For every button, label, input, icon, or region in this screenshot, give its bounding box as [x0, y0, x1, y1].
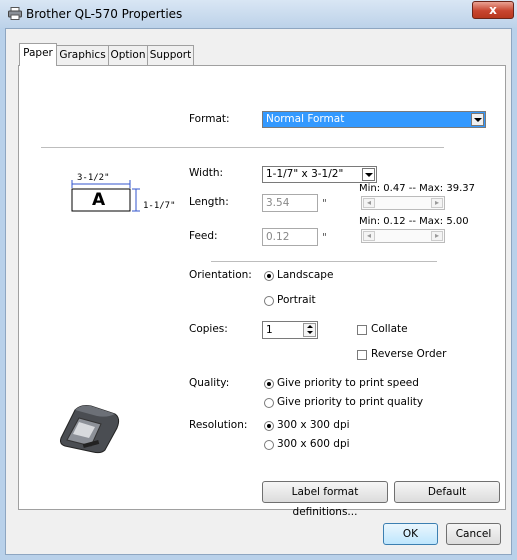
tab-label: Paper [23, 47, 53, 59]
quality-label: Quality: [189, 377, 230, 389]
quality-print-radio[interactable] [264, 398, 274, 408]
title-bar[interactable]: Brother QL-570 Properties x [0, 0, 517, 28]
landscape-label: Landscape [277, 269, 334, 281]
feed-range: Min: 0.12 -- Max: 5.00 [359, 216, 469, 227]
chevron-left-icon[interactable]: ◂ [363, 198, 375, 208]
format-select[interactable]: Normal Format [262, 111, 486, 128]
feed-input[interactable]: 0.12 [262, 228, 318, 246]
resolution-label: Resolution: [189, 419, 248, 431]
dialog-body: Paper Graphics Option Support Format: No… [5, 28, 512, 555]
resolution-300x300-label: 300 x 300 dpi [277, 419, 350, 431]
chevron-left-icon[interactable]: ◂ [363, 231, 375, 241]
label-width-text: 3-1/2" [77, 173, 110, 183]
portrait-radio[interactable] [264, 296, 274, 306]
window-title: Brother QL-570 Properties [26, 7, 183, 21]
quality-print-label: Give priority to print quality [277, 396, 424, 408]
quality-speed-radio[interactable] [264, 379, 274, 389]
label-height-text: 1-1/7" [143, 201, 176, 211]
divider [41, 147, 444, 148]
copies-label: Copies: [189, 323, 228, 335]
divider [211, 261, 437, 262]
close-icon: x [489, 3, 497, 17]
length-scrollbar[interactable]: ◂ ▸ [361, 196, 445, 210]
tab-support[interactable]: Support [147, 45, 194, 65]
feed-scrollbar[interactable]: ◂ ▸ [361, 229, 445, 243]
format-label: Format: [189, 113, 230, 125]
paper-panel: Format: Normal Format 3-1/2" A 1-1/7" Wi… [18, 65, 506, 518]
reverse-order-checkbox[interactable] [357, 350, 367, 360]
width-label: Width: [189, 167, 224, 179]
length-unit: " [322, 198, 327, 210]
feed-unit: " [322, 232, 327, 244]
width-value: 1-1/7" x 3-1/2" [266, 168, 344, 180]
tab-paper[interactable]: Paper [19, 43, 57, 66]
cancel-button[interactable]: Cancel [446, 523, 501, 545]
quality-speed-label: Give priority to print speed [277, 377, 419, 389]
ok-button[interactable]: OK [383, 523, 438, 545]
portrait-label: Portrait [277, 294, 316, 306]
format-value: Normal Format [266, 113, 345, 125]
feed-label: Feed: [189, 230, 218, 242]
copies-stepper[interactable]: 1 [262, 321, 318, 339]
tab-graphics[interactable]: Graphics [56, 45, 109, 65]
collate-label: Collate [371, 323, 408, 335]
chevron-right-icon[interactable]: ▸ [431, 198, 443, 208]
chevron-down-icon[interactable] [471, 113, 484, 126]
chevron-right-icon[interactable]: ▸ [431, 231, 443, 241]
tab-label: Support [149, 49, 192, 61]
label-format-definitions-button[interactable]: Label format definitions... [262, 481, 388, 518]
label-letter: A [92, 190, 106, 210]
width-select[interactable]: 1-1/7" x 3-1/2" [262, 166, 377, 183]
tab-label: Graphics [59, 49, 106, 61]
chevron-down-icon[interactable] [362, 168, 375, 181]
spin-buttons[interactable] [303, 323, 316, 337]
resolution-300x600-radio[interactable] [264, 440, 274, 450]
orientation-label: Orientation: [189, 269, 252, 281]
length-range: Min: 0.47 -- Max: 39.37 [359, 183, 475, 194]
length-label: Length: [189, 196, 229, 208]
collate-checkbox[interactable] [357, 325, 367, 335]
length-input[interactable]: 3.54 [262, 194, 318, 212]
landscape-radio[interactable] [264, 271, 274, 281]
printer-icon [8, 7, 22, 20]
resolution-300x300-radio[interactable] [264, 421, 274, 431]
tab-option[interactable]: Option [108, 45, 148, 65]
close-button[interactable]: x [472, 1, 514, 19]
resolution-300x600-label: 300 x 600 dpi [277, 438, 350, 450]
label-preview [71, 180, 140, 212]
default-button[interactable]: Default [394, 481, 500, 503]
reverse-order-label: Reverse Order [371, 348, 447, 360]
copies-value: 1 [266, 324, 273, 336]
tab-label: Option [110, 49, 146, 61]
properties-window: Brother QL-570 Properties x Paper Graphi… [0, 0, 517, 560]
printer-image [60, 405, 120, 454]
